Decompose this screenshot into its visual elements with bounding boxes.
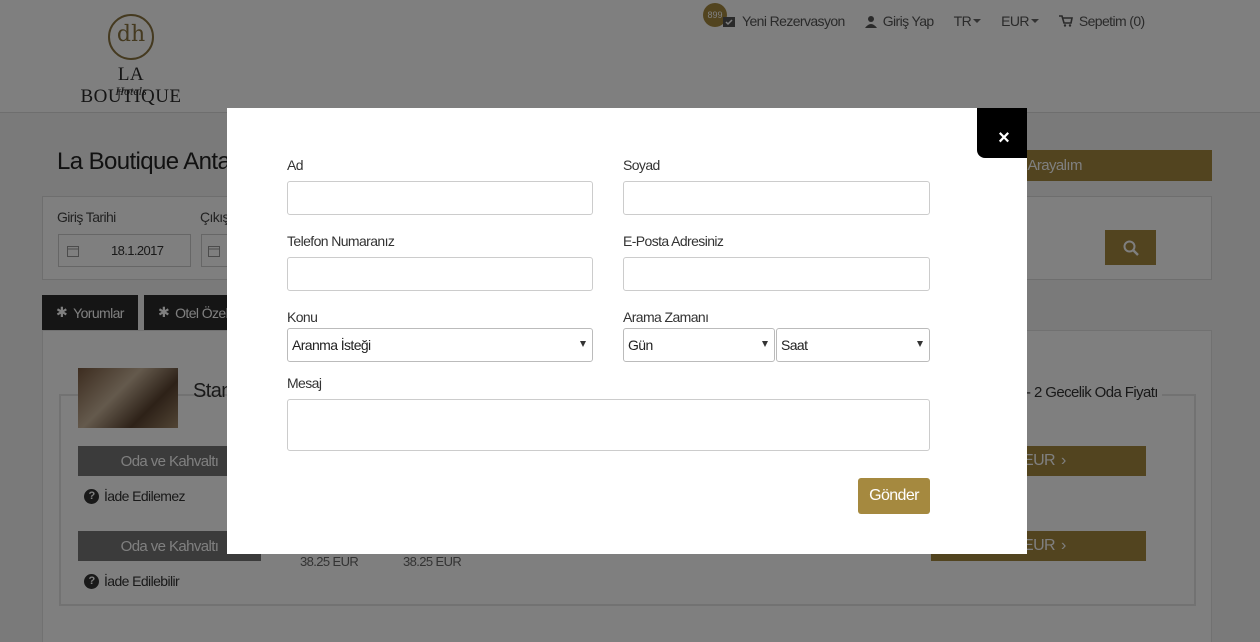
phone-label: Telefon Numaranız <box>287 233 395 249</box>
chevron-down-icon <box>580 341 586 347</box>
subject-label: Konu <box>287 309 318 325</box>
call-day-select[interactable]: Gün <box>623 328 775 362</box>
first-name-field[interactable] <box>287 181 593 215</box>
email-field[interactable] <box>623 257 930 291</box>
close-button[interactable]: × <box>977 108 1027 158</box>
message-field[interactable] <box>287 399 930 451</box>
email-label: E-Posta Adresiniz <box>623 233 724 249</box>
call-day-value: Gün <box>628 337 653 353</box>
message-label: Mesaj <box>287 375 322 391</box>
call-hour-value: Saat <box>781 337 808 353</box>
call-hour-select[interactable]: Saat <box>776 328 930 362</box>
subject-select-value: Aranma İsteği <box>292 337 371 353</box>
last-name-field[interactable] <box>623 181 930 215</box>
call-time-label: Arama Zamanı <box>623 309 709 325</box>
submit-button[interactable]: Gönder <box>858 478 930 514</box>
phone-field[interactable] <box>287 257 593 291</box>
last-name-label: Soyad <box>623 157 660 173</box>
first-name-label: Ad <box>287 157 304 173</box>
chevron-down-icon <box>917 341 923 347</box>
subject-select[interactable]: Aranma İsteği <box>287 328 593 362</box>
chevron-down-icon <box>762 341 768 347</box>
